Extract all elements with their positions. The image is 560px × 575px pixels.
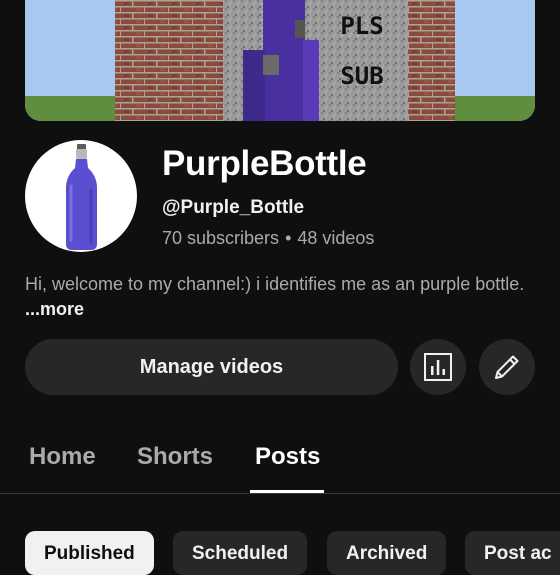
tab-home[interactable]: Home xyxy=(29,443,96,471)
channel-avatar[interactable] xyxy=(25,140,137,252)
filter-chip-archived[interactable]: Archived xyxy=(327,531,447,575)
analytics-button[interactable] xyxy=(410,339,466,395)
channel-banner: PLS SUB xyxy=(25,0,535,121)
stats-separator: • xyxy=(285,228,292,248)
filter-chip-post-activity[interactable]: Post ac xyxy=(465,531,560,575)
tab-posts[interactable]: Posts xyxy=(255,443,320,471)
subscriber-count: 70 subscribers xyxy=(162,228,280,248)
tabs-divider xyxy=(0,493,560,494)
video-count: 48 videos xyxy=(297,228,375,248)
pencil-icon xyxy=(495,355,519,379)
channel-stats: 70 subscribers • 48 videos xyxy=(162,228,374,249)
purple-bottle-image xyxy=(66,144,97,250)
channel-description[interactable]: Hi, welcome to my channel:) i identifies… xyxy=(25,272,535,322)
more-link[interactable]: ...more xyxy=(25,299,84,319)
banner-image: PLS SUB xyxy=(25,0,535,121)
edit-button[interactable] xyxy=(479,339,535,395)
tab-shorts[interactable]: Shorts xyxy=(137,443,213,471)
description-text: Hi, welcome to my channel:) i identifies… xyxy=(25,274,525,294)
channel-handle: @Purple_Bottle xyxy=(162,197,305,218)
filter-chip-scheduled[interactable]: Scheduled xyxy=(173,531,308,575)
filter-chip-published[interactable]: Published xyxy=(25,531,154,575)
banner-sign-line2: SUB xyxy=(340,62,383,90)
channel-tabs: Home Shorts Posts xyxy=(0,430,560,494)
banner-sign-line1: PLS xyxy=(340,12,383,40)
analytics-icon xyxy=(424,353,452,381)
manage-videos-button[interactable]: Manage videos xyxy=(25,339,398,395)
channel-name: PurpleBottle xyxy=(162,144,367,183)
